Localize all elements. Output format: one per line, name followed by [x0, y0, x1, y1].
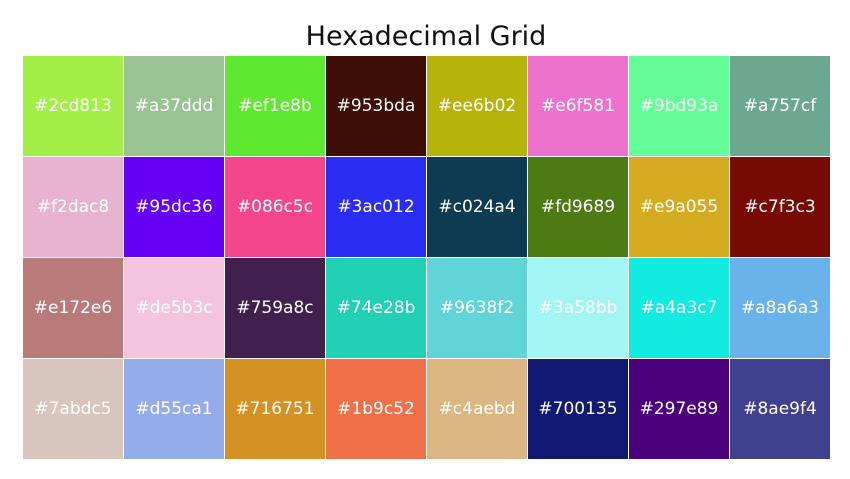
grid-title: Hexadecimal Grid: [305, 21, 547, 52]
color-cell: #95dc36: [124, 157, 224, 257]
color-cell: #9bd93a: [629, 56, 729, 156]
color-cell: #3ac012: [326, 157, 426, 257]
color-cell: #086c5c: [225, 157, 325, 257]
color-cell: #297e89: [629, 359, 729, 459]
color-cell: #a4a3c7: [629, 258, 729, 358]
color-cell: #d55ca1: [124, 359, 224, 459]
color-cell: #ee6b02: [427, 56, 527, 156]
color-cell: #953bda: [326, 56, 426, 156]
color-cell: #a37ddd: [124, 56, 224, 156]
color-cell: #a8a6a3: [730, 258, 830, 358]
color-cell: #c024a4: [427, 157, 527, 257]
color-cell: #7abdc5: [23, 359, 123, 459]
color-cell: #716751: [225, 359, 325, 459]
color-cell: #e6f581: [528, 56, 628, 156]
color-cell: #8ae9f4: [730, 359, 830, 459]
color-cell: #c7f3c3: [730, 157, 830, 257]
color-cell: #ef1e8b: [225, 56, 325, 156]
color-cell: #700135: [528, 359, 628, 459]
color-cell: #c4aebd: [427, 359, 527, 459]
color-cell: #f2dac8: [23, 157, 123, 257]
color-cell: #9638f2: [427, 258, 527, 358]
color-cell: #e9a055: [629, 157, 729, 257]
color-cell: #2cd813: [23, 56, 123, 156]
color-cell: #1b9c52: [326, 359, 426, 459]
color-cell: #a757cf: [730, 56, 830, 156]
color-cell: #fd9689: [528, 157, 628, 257]
color-cell: #de5b3c: [124, 258, 224, 358]
color-cell: #3a58bb: [528, 258, 628, 358]
color-cell: #759a8c: [225, 258, 325, 358]
color-cell: #e172e6: [23, 258, 123, 358]
hex-color-grid: #2cd813 #a37ddd #ef1e8b #953bda #ee6b02 …: [23, 56, 831, 460]
color-cell: #74e28b: [326, 258, 426, 358]
